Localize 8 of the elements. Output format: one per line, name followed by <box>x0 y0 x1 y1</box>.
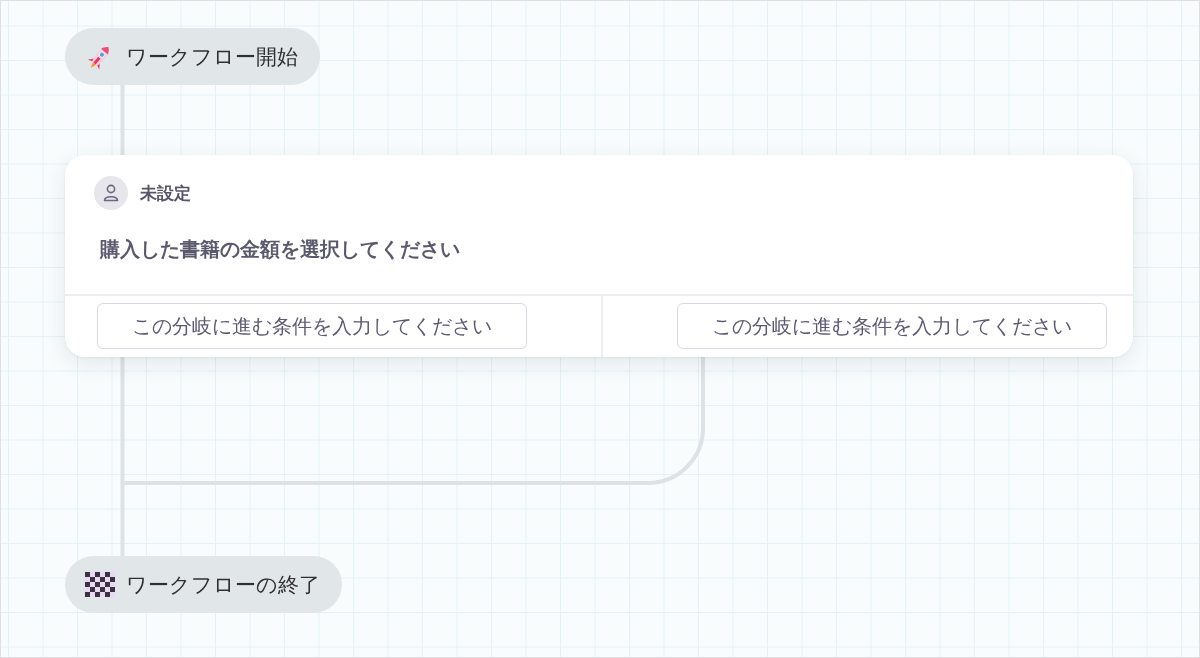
node-label: ワークフロー開始 <box>126 43 298 71</box>
condition-input[interactable]: この分岐に進む条件を入力してください <box>97 303 527 349</box>
question-text: 購入した書籍の金額を選択してください <box>100 236 460 262</box>
person-icon <box>94 176 128 210</box>
assignee-label: 未設定 <box>140 181 191 205</box>
checkered-flag-icon <box>85 572 115 597</box>
condition-input[interactable]: この分岐に進む条件を入力してください <box>677 303 1107 349</box>
node-label: ワークフローの終了 <box>126 571 320 599</box>
